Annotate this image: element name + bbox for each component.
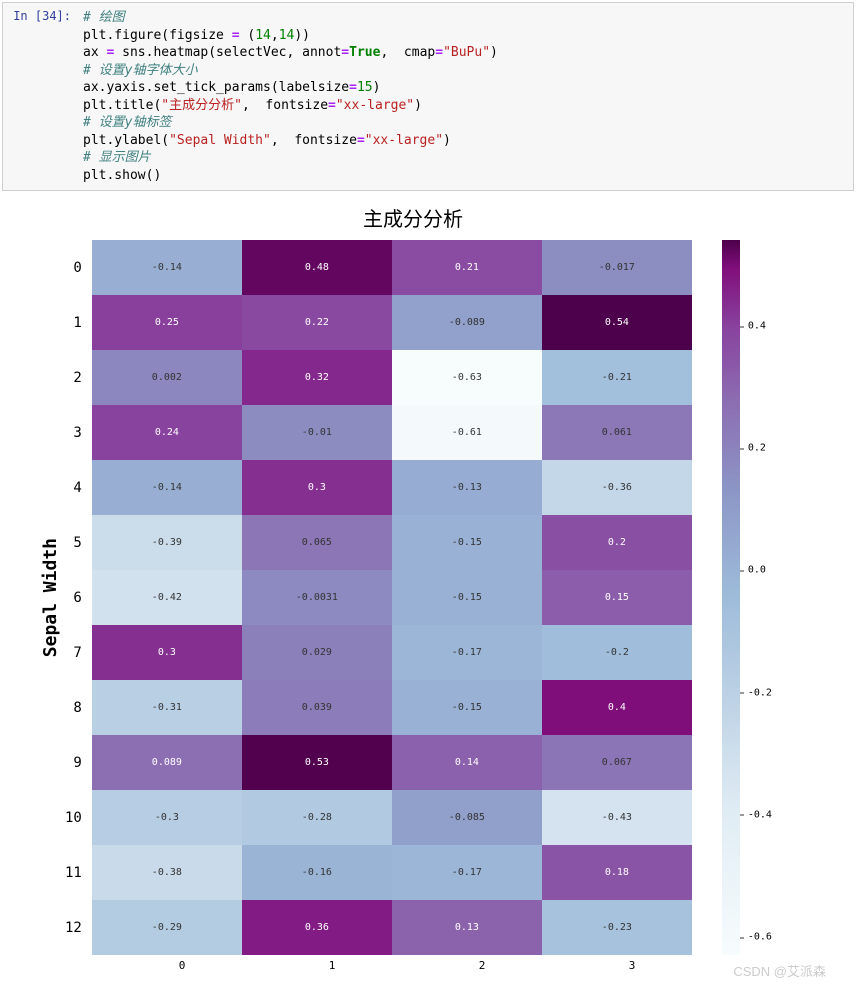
y-tick: 5: [65, 515, 86, 570]
y-tick: 4: [65, 460, 86, 515]
colorbar-tick: -0.2: [748, 687, 772, 698]
heatmap-cell: 0.18: [542, 845, 692, 900]
input-prompt: In [34]:: [3, 3, 75, 190]
y-tick: 8: [65, 680, 86, 735]
heatmap-cell: -0.15: [392, 680, 542, 735]
heatmap-cell: 0.25: [92, 295, 242, 350]
heatmap-cell: 0.22: [242, 295, 392, 350]
x-tick: 2: [407, 955, 557, 972]
chart-title: 主成分分析: [0, 203, 856, 232]
y-tick: 9: [65, 735, 86, 790]
y-tick: 3: [65, 405, 86, 460]
heatmap-cell: -0.089: [392, 295, 542, 350]
heatmap-cell: -0.61: [392, 405, 542, 460]
code-input[interactable]: # 绘图 plt.figure(figsize = (14,14)) ax = …: [75, 3, 853, 190]
watermark: CSDN @艾派森: [733, 961, 826, 980]
heatmap-cell: -0.14: [92, 240, 242, 295]
heatmap-cell: 0.2: [542, 515, 692, 570]
heatmap-cell: 0.48: [242, 240, 392, 295]
y-tick: 12: [65, 900, 86, 955]
heatmap-cell: -0.15: [392, 515, 542, 570]
heatmap-cell: -0.23: [542, 900, 692, 955]
heatmap-cell: 0.4: [542, 680, 692, 735]
colorbar-ticks: 0.4 0.2 0.0 -0.2 -0.4 -0.6: [740, 240, 780, 955]
colorbar-tick: 0.4: [748, 321, 766, 332]
code-cell: In [34]: # 绘图 plt.figure(figsize = (14,1…: [2, 2, 854, 191]
y-tick: 6: [65, 570, 86, 625]
heatmap-cell: 0.24: [92, 405, 242, 460]
y-axis-label: Sepal Width: [40, 538, 61, 657]
heatmap-cell: 0.002: [92, 350, 242, 405]
y-tick: 2: [65, 350, 86, 405]
heatmap-cell: 0.21: [392, 240, 542, 295]
heatmap-cell: -0.13: [392, 460, 542, 515]
y-tick: 11: [65, 845, 86, 900]
heatmap-cell: -0.63: [392, 350, 542, 405]
y-tick: 1: [65, 295, 86, 350]
heatmap-cell: -0.38: [92, 845, 242, 900]
y-tick: 0: [65, 240, 86, 295]
heatmap-cell: -0.14: [92, 460, 242, 515]
y-tick: 10: [65, 790, 86, 845]
heatmap-cell: -0.17: [392, 625, 542, 680]
heatmap-cell: -0.29: [92, 900, 242, 955]
heatmap-cell: -0.21: [542, 350, 692, 405]
heatmap-cell: -0.085: [392, 790, 542, 845]
heatmap-cell: 0.039: [242, 680, 392, 735]
heatmap-cell: -0.01: [242, 405, 392, 460]
output-area: 主成分分析 Sepal Width 0123456789101112 -0.14…: [0, 193, 856, 982]
colorbar-gradient: [722, 240, 740, 955]
heatmap-cell: -0.16: [242, 845, 392, 900]
heatmap-cell: -0.43: [542, 790, 692, 845]
y-tick: 7: [65, 625, 86, 680]
heatmap-cell: 0.36: [242, 900, 392, 955]
heatmap-cell: 0.53: [242, 735, 392, 790]
heatmap-cell: 0.061: [542, 405, 692, 460]
colorbar-tick: 0.2: [748, 443, 766, 454]
heatmap-cell: 0.089: [92, 735, 242, 790]
heatmap-cell: -0.2: [542, 625, 692, 680]
colorbar: 0.4 0.2 0.0 -0.2 -0.4 -0.6: [722, 240, 780, 955]
heatmap-cell: -0.31: [92, 680, 242, 735]
heatmap-cell: 0.067: [542, 735, 692, 790]
heatmap-cell: -0.28: [242, 790, 392, 845]
heatmap-cell: 0.15: [542, 570, 692, 625]
y-axis-ticks: 0123456789101112: [65, 240, 86, 955]
heatmap-cell: -0.15: [392, 570, 542, 625]
x-tick: 3: [557, 955, 707, 972]
heatmap-cell: -0.42: [92, 570, 242, 625]
heatmap-cell: -0.39: [92, 515, 242, 570]
heatmap-cell: 0.3: [242, 460, 392, 515]
colorbar-tick: -0.4: [748, 809, 772, 820]
heatmap-cell: -0.36: [542, 460, 692, 515]
heatmap-cell: -0.017: [542, 240, 692, 295]
heatmap-cell: -0.3: [92, 790, 242, 845]
heatmap-cell: 0.3: [92, 625, 242, 680]
heatmap-cell: 0.14: [392, 735, 542, 790]
heatmap-grid: -0.140.480.21-0.0170.250.22-0.0890.540.0…: [92, 240, 692, 955]
heatmap-cell: 0.029: [242, 625, 392, 680]
heatmap-cell: -0.0031: [242, 570, 392, 625]
heatmap-cell: 0.32: [242, 350, 392, 405]
heatmap-cell: 0.54: [542, 295, 692, 350]
x-tick: 1: [257, 955, 407, 972]
heatmap-cell: 0.13: [392, 900, 542, 955]
x-axis-ticks: 0123: [107, 955, 707, 972]
colorbar-tick: 0.0: [748, 565, 766, 576]
x-tick: 0: [107, 955, 257, 972]
heatmap-cell: -0.17: [392, 845, 542, 900]
heatmap-cell: 0.065: [242, 515, 392, 570]
chart-container: Sepal Width 0123456789101112 -0.140.480.…: [0, 240, 856, 955]
colorbar-tick: -0.6: [748, 932, 772, 943]
